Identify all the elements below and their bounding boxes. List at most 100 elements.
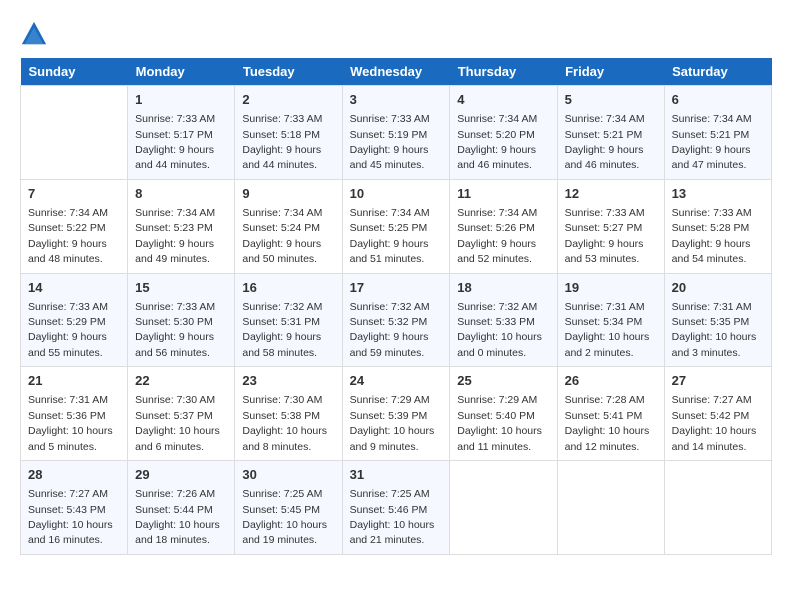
day-cell: 22 Sunrise: 7:30 AM Sunset: 5:37 PM Dayli… <box>128 367 235 461</box>
day-info: Sunrise: 7:33 AM Sunset: 5:30 PM Dayligh… <box>135 301 215 359</box>
day-info: Sunrise: 7:27 AM Sunset: 5:42 PM Dayligh… <box>672 394 757 452</box>
day-header-friday: Friday <box>557 58 664 86</box>
day-number: 4 <box>457 91 549 109</box>
day-number: 17 <box>350 279 443 297</box>
day-number: 11 <box>457 185 549 203</box>
day-cell: 26Sunrise: 7:28 AM Sunset: 5:41 PM Dayli… <box>557 367 664 461</box>
day-info: Sunrise: 7:33 AM Sunset: 5:27 PM Dayligh… <box>565 207 645 265</box>
day-number: 14 <box>28 279 120 297</box>
day-cell: 23 Sunrise: 7:30 AM Sunset: 5:38 PM Dayli… <box>235 367 342 461</box>
day-cell: 13 Sunrise: 7:33 AM Sunset: 5:28 PM Dayli… <box>664 179 771 273</box>
day-info: Sunrise: 7:34 AM Sunset: 5:25 PM Dayligh… <box>350 207 430 265</box>
day-cell: 21 Sunrise: 7:31 AM Sunset: 5:36 PM Dayli… <box>21 367 128 461</box>
day-number: 12 <box>565 185 657 203</box>
day-header-sunday: Sunday <box>21 58 128 86</box>
day-info: Sunrise: 7:33 AM Sunset: 5:18 PM Dayligh… <box>242 113 322 171</box>
day-cell: 24 Sunrise: 7:29 AM Sunset: 5:39 PM Dayli… <box>342 367 450 461</box>
day-cell: 11 Sunrise: 7:34 AM Sunset: 5:26 PM Dayli… <box>450 179 557 273</box>
day-cell: 1 Sunrise: 7:33 AM Sunset: 5:17 PM Daylig… <box>128 86 235 180</box>
day-cell: 28 Sunrise: 7:27 AM Sunset: 5:43 PM Dayli… <box>21 461 128 555</box>
day-number: 8 <box>135 185 227 203</box>
day-number: 16 <box>242 279 334 297</box>
day-info: Sunrise: 7:34 AM Sunset: 5:26 PM Dayligh… <box>457 207 537 265</box>
page-header <box>20 20 772 48</box>
day-number: 9 <box>242 185 334 203</box>
day-number: 31 <box>350 466 443 484</box>
calendar-header: SundayMondayTuesdayWednesdayThursdayFrid… <box>21 58 772 86</box>
day-info: Sunrise: 7:27 AM Sunset: 5:43 PM Dayligh… <box>28 488 113 546</box>
week-row-5: 28 Sunrise: 7:27 AM Sunset: 5:43 PM Dayli… <box>21 461 772 555</box>
day-cell <box>557 461 664 555</box>
day-number: 23 <box>242 372 334 390</box>
day-number: 2 <box>242 91 334 109</box>
day-number: 26 <box>565 372 657 390</box>
day-info: Sunrise: 7:33 AM Sunset: 5:19 PM Dayligh… <box>350 113 430 171</box>
logo <box>20 20 52 48</box>
day-number: 5 <box>565 91 657 109</box>
day-cell: 9 Sunrise: 7:34 AM Sunset: 5:24 PM Daylig… <box>235 179 342 273</box>
day-header-tuesday: Tuesday <box>235 58 342 86</box>
day-info: Sunrise: 7:34 AM Sunset: 5:24 PM Dayligh… <box>242 207 322 265</box>
day-info: Sunrise: 7:31 AM Sunset: 5:35 PM Dayligh… <box>672 301 757 359</box>
day-cell <box>21 86 128 180</box>
day-info: Sunrise: 7:34 AM Sunset: 5:22 PM Dayligh… <box>28 207 108 265</box>
day-cell: 12 Sunrise: 7:33 AM Sunset: 5:27 PM Dayli… <box>557 179 664 273</box>
day-number: 24 <box>350 372 443 390</box>
day-info: Sunrise: 7:32 AM Sunset: 5:32 PM Dayligh… <box>350 301 430 359</box>
calendar-body: 1 Sunrise: 7:33 AM Sunset: 5:17 PM Daylig… <box>21 86 772 555</box>
day-info: Sunrise: 7:29 AM Sunset: 5:40 PM Dayligh… <box>457 394 542 452</box>
day-cell: 4 Sunrise: 7:34 AM Sunset: 5:20 PM Daylig… <box>450 86 557 180</box>
day-cell: 17 Sunrise: 7:32 AM Sunset: 5:32 PM Dayli… <box>342 273 450 367</box>
day-cell: 5 Sunrise: 7:34 AM Sunset: 5:21 PM Daylig… <box>557 86 664 180</box>
day-number: 15 <box>135 279 227 297</box>
day-number: 19 <box>565 279 657 297</box>
day-header-thursday: Thursday <box>450 58 557 86</box>
day-cell: 19 Sunrise: 7:31 AM Sunset: 5:34 PM Dayli… <box>557 273 664 367</box>
day-header-monday: Monday <box>128 58 235 86</box>
day-info: Sunrise: 7:26 AM Sunset: 5:44 PM Dayligh… <box>135 488 220 546</box>
day-cell: 14Sunrise: 7:33 AM Sunset: 5:29 PM Dayli… <box>21 273 128 367</box>
day-cell: 18Sunrise: 7:32 AM Sunset: 5:33 PM Dayli… <box>450 273 557 367</box>
day-number: 13 <box>672 185 764 203</box>
day-info: Sunrise: 7:34 AM Sunset: 5:20 PM Dayligh… <box>457 113 537 171</box>
week-row-3: 14Sunrise: 7:33 AM Sunset: 5:29 PM Dayli… <box>21 273 772 367</box>
day-cell: 20Sunrise: 7:31 AM Sunset: 5:35 PM Dayli… <box>664 273 771 367</box>
day-info: Sunrise: 7:33 AM Sunset: 5:28 PM Dayligh… <box>672 207 752 265</box>
day-cell: 15 Sunrise: 7:33 AM Sunset: 5:30 PM Dayli… <box>128 273 235 367</box>
day-number: 3 <box>350 91 443 109</box>
day-number: 1 <box>135 91 227 109</box>
day-cell: 29 Sunrise: 7:26 AM Sunset: 5:44 PM Dayli… <box>128 461 235 555</box>
day-info: Sunrise: 7:31 AM Sunset: 5:36 PM Dayligh… <box>28 394 113 452</box>
day-header-wednesday: Wednesday <box>342 58 450 86</box>
day-info: Sunrise: 7:30 AM Sunset: 5:37 PM Dayligh… <box>135 394 220 452</box>
day-info: Sunrise: 7:32 AM Sunset: 5:31 PM Dayligh… <box>242 301 322 359</box>
day-cell: 25Sunrise: 7:29 AM Sunset: 5:40 PM Dayli… <box>450 367 557 461</box>
day-cell: 8 Sunrise: 7:34 AM Sunset: 5:23 PM Daylig… <box>128 179 235 273</box>
day-info: Sunrise: 7:34 AM Sunset: 5:21 PM Dayligh… <box>565 113 645 171</box>
day-info: Sunrise: 7:30 AM Sunset: 5:38 PM Dayligh… <box>242 394 327 452</box>
day-info: Sunrise: 7:29 AM Sunset: 5:39 PM Dayligh… <box>350 394 435 452</box>
day-info: Sunrise: 7:33 AM Sunset: 5:17 PM Dayligh… <box>135 113 215 171</box>
day-number: 22 <box>135 372 227 390</box>
day-cell <box>664 461 771 555</box>
day-number: 29 <box>135 466 227 484</box>
logo-icon <box>20 20 48 48</box>
day-info: Sunrise: 7:34 AM Sunset: 5:21 PM Dayligh… <box>672 113 752 171</box>
header-row: SundayMondayTuesdayWednesdayThursdayFrid… <box>21 58 772 86</box>
day-info: Sunrise: 7:31 AM Sunset: 5:34 PM Dayligh… <box>565 301 650 359</box>
day-number: 28 <box>28 466 120 484</box>
day-number: 27 <box>672 372 764 390</box>
day-cell: 27 Sunrise: 7:27 AM Sunset: 5:42 PM Dayli… <box>664 367 771 461</box>
day-info: Sunrise: 7:34 AM Sunset: 5:23 PM Dayligh… <box>135 207 215 265</box>
week-row-1: 1 Sunrise: 7:33 AM Sunset: 5:17 PM Daylig… <box>21 86 772 180</box>
day-cell <box>450 461 557 555</box>
day-cell: 7 Sunrise: 7:34 AM Sunset: 5:22 PM Daylig… <box>21 179 128 273</box>
day-number: 18 <box>457 279 549 297</box>
day-number: 21 <box>28 372 120 390</box>
day-cell: 16 Sunrise: 7:32 AM Sunset: 5:31 PM Dayli… <box>235 273 342 367</box>
calendar-table: SundayMondayTuesdayWednesdayThursdayFrid… <box>20 58 772 555</box>
day-cell: 3 Sunrise: 7:33 AM Sunset: 5:19 PM Daylig… <box>342 86 450 180</box>
day-cell: 6Sunrise: 7:34 AM Sunset: 5:21 PM Daylig… <box>664 86 771 180</box>
day-number: 30 <box>242 466 334 484</box>
day-number: 7 <box>28 185 120 203</box>
